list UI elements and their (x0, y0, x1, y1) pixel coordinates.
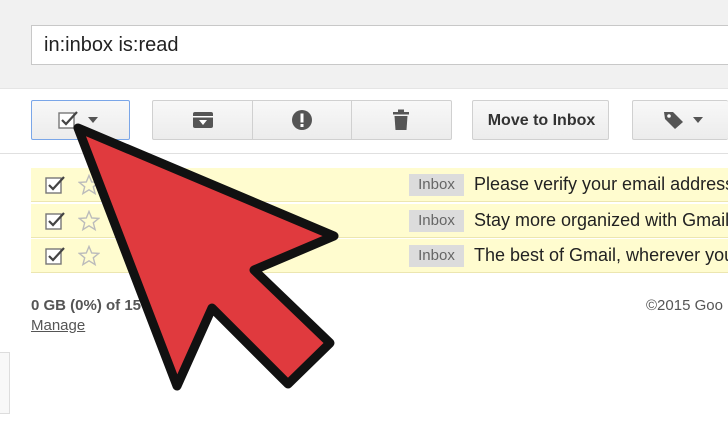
pointer-arrow (73, 123, 339, 391)
